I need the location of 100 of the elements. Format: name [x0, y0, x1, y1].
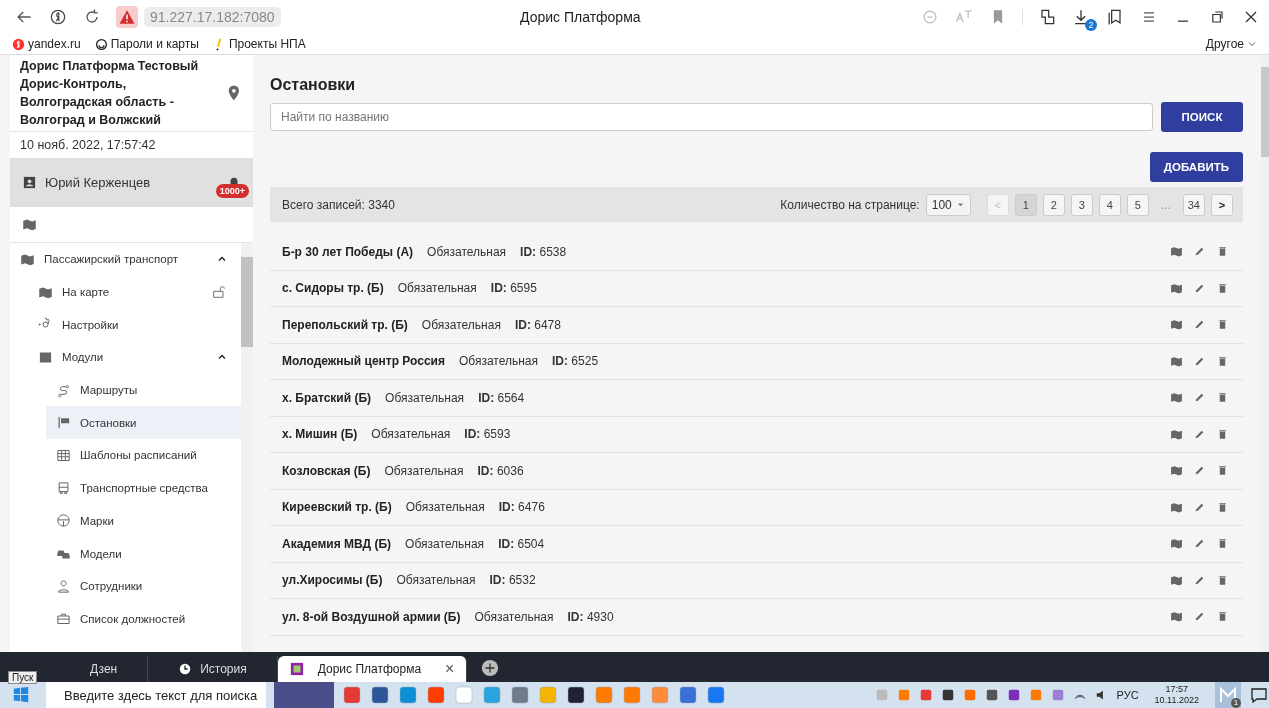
nav-item[interactable]: Пассажирский транспорт: [10, 243, 241, 276]
stop-name: ул.Хиросимы (Б): [282, 573, 383, 588]
trash-icon[interactable]: [1216, 500, 1229, 514]
map-icon[interactable]: [1170, 281, 1183, 295]
nav-item[interactable]: На карте: [10, 275, 241, 309]
route-icon: [56, 382, 71, 398]
app-tile-icon[interactable]: [566, 685, 586, 705]
search-field[interactable]: Найти по названию: [270, 103, 1153, 131]
clock-time[interactable]: 17:57: [1165, 684, 1189, 695]
app-tile-icon[interactable]: [622, 685, 642, 705]
taskbar-search-field[interactable]: Введите здесь текст для поиска: [46, 682, 266, 708]
app-tile-icon[interactable]: [426, 685, 446, 705]
nav-item[interactable]: Маршруты: [10, 373, 241, 407]
bookmark-link[interactable]: Пароли и карты: [94, 37, 199, 51]
id-label: ID:: [477, 463, 494, 478]
id-label: ID:: [520, 244, 537, 259]
stop-name: Б-р 30 лет Победы (А): [282, 244, 414, 259]
close-tab-button[interactable]: ×: [445, 660, 455, 678]
yandex-icon[interactable]: [48, 7, 68, 27]
app-tile-icon[interactable]: [342, 685, 362, 705]
stop-name: Козловская (Б): [282, 463, 371, 478]
trash-icon[interactable]: [1216, 464, 1229, 478]
trash-icon[interactable]: [1216, 281, 1229, 295]
bus-icon: [56, 480, 71, 496]
nav-item[interactable]: Модули: [10, 341, 241, 374]
stop-name: Академия МВД (Б): [282, 536, 392, 551]
app-tile-icon[interactable]: [398, 685, 418, 705]
nav-item[interactable]: Остановки: [46, 406, 241, 440]
notification-badge: 1000+: [215, 183, 249, 198]
stop-type: Обязательная: [427, 244, 507, 259]
nav-item[interactable]: Модели: [10, 537, 241, 570]
add-button[interactable]: ДОБАВИТЬ: [1149, 152, 1243, 182]
trash-icon[interactable]: [1216, 573, 1229, 587]
app-tile-icon[interactable]: [538, 685, 558, 705]
browser-tab[interactable]: Дорис Платформа ×: [277, 656, 468, 682]
app-tile-icon[interactable]: [482, 685, 502, 705]
tray-icon[interactable]: [940, 688, 955, 702]
map-icon[interactable]: [1170, 354, 1183, 368]
app-tile-icon[interactable]: [650, 685, 670, 705]
nav-item[interactable]: Марки: [10, 504, 241, 538]
new-tab-icon[interactable]: [481, 659, 500, 677]
nav-item[interactable]: Список должностей: [10, 602, 241, 636]
stop-type: Обязательная: [397, 281, 477, 296]
map-icon[interactable]: [1170, 610, 1183, 624]
next-page-button[interactable]: >: [1211, 193, 1233, 216]
bookmark-link[interactable]: yandex.ru: [12, 37, 81, 51]
map-icon[interactable]: [1170, 464, 1183, 478]
app-tile-icon[interactable]: [370, 685, 390, 705]
stop-name: х. Мишин (Б): [282, 427, 358, 442]
stop-name: ул. 8-ой Воздушной армии (Б): [282, 609, 461, 624]
user-name: Юрий Керженцев: [45, 175, 151, 190]
page-button[interactable]: 1: [1014, 193, 1037, 216]
id-label: ID:: [464, 427, 481, 442]
scrollbar[interactable]: [1261, 55, 1269, 652]
tray-icon[interactable]: [984, 688, 999, 702]
other-bookmarks-link[interactable]: Другое: [1205, 37, 1257, 51]
page-button[interactable]: 2: [1042, 193, 1065, 216]
app-tile-icon[interactable]: [510, 685, 530, 705]
search-button[interactable]: ПОИСК: [1161, 102, 1243, 132]
chat-bubble-icon[interactable]: [1249, 685, 1269, 705]
per-page-select[interactable]: 100: [925, 193, 971, 216]
map-icon[interactable]: [1170, 537, 1183, 551]
flag-icon: [56, 415, 71, 431]
page-button[interactable]: 5: [1126, 193, 1149, 216]
trash-icon[interactable]: [1216, 427, 1229, 441]
page-button[interactable]: 3: [1070, 193, 1093, 216]
user-panel[interactable]: Юрий Керженцев 1000+: [10, 158, 253, 207]
nav-item[interactable]: Настройки: [10, 308, 241, 342]
app-tile-icon[interactable]: [706, 685, 726, 705]
trash-icon[interactable]: [1216, 391, 1229, 405]
map-icon[interactable]: [22, 217, 37, 232]
unlocked-padlock-icon[interactable]: [211, 284, 227, 301]
map-icon[interactable]: [1170, 318, 1183, 332]
trash-icon[interactable]: [1216, 610, 1229, 624]
bookmark-link[interactable]: Проекты НПА: [212, 37, 306, 51]
clock-date[interactable]: 10.11.2022: [1154, 695, 1199, 706]
stop-id: 4930: [586, 609, 614, 624]
app-tile-icon[interactable]: [678, 685, 698, 705]
map-icon[interactable]: [1170, 573, 1183, 587]
language-indicator[interactable]: РУС: [1116, 689, 1139, 701]
app-logo-icon[interactable]: [1218, 685, 1238, 705]
app-tile-icon[interactable]: [594, 685, 614, 705]
page-button[interactable]: 4: [1098, 193, 1121, 216]
windows-logo-icon[interactable]: [12, 686, 30, 704]
trash-icon[interactable]: [1216, 245, 1229, 259]
nav-item[interactable]: Сотрудники: [10, 569, 241, 603]
tray-icon[interactable]: [1006, 688, 1021, 702]
map-icon[interactable]: [1170, 245, 1183, 259]
trash-icon[interactable]: [1216, 354, 1229, 368]
app-tile-icon[interactable]: [454, 685, 474, 705]
scrollbar[interactable]: [241, 243, 253, 652]
map-icon[interactable]: [1170, 391, 1183, 405]
map-icon[interactable]: [1170, 427, 1183, 441]
page-button[interactable]: 34: [1182, 193, 1205, 216]
map-icon[interactable]: [1170, 500, 1183, 514]
id-label: ID:: [478, 390, 495, 405]
trash-icon[interactable]: [1216, 318, 1229, 332]
trash-icon[interactable]: [1216, 537, 1229, 551]
nav-item[interactable]: Транспортные средства: [10, 471, 241, 505]
nav-item[interactable]: Шаблоны расписаний: [10, 439, 241, 472]
